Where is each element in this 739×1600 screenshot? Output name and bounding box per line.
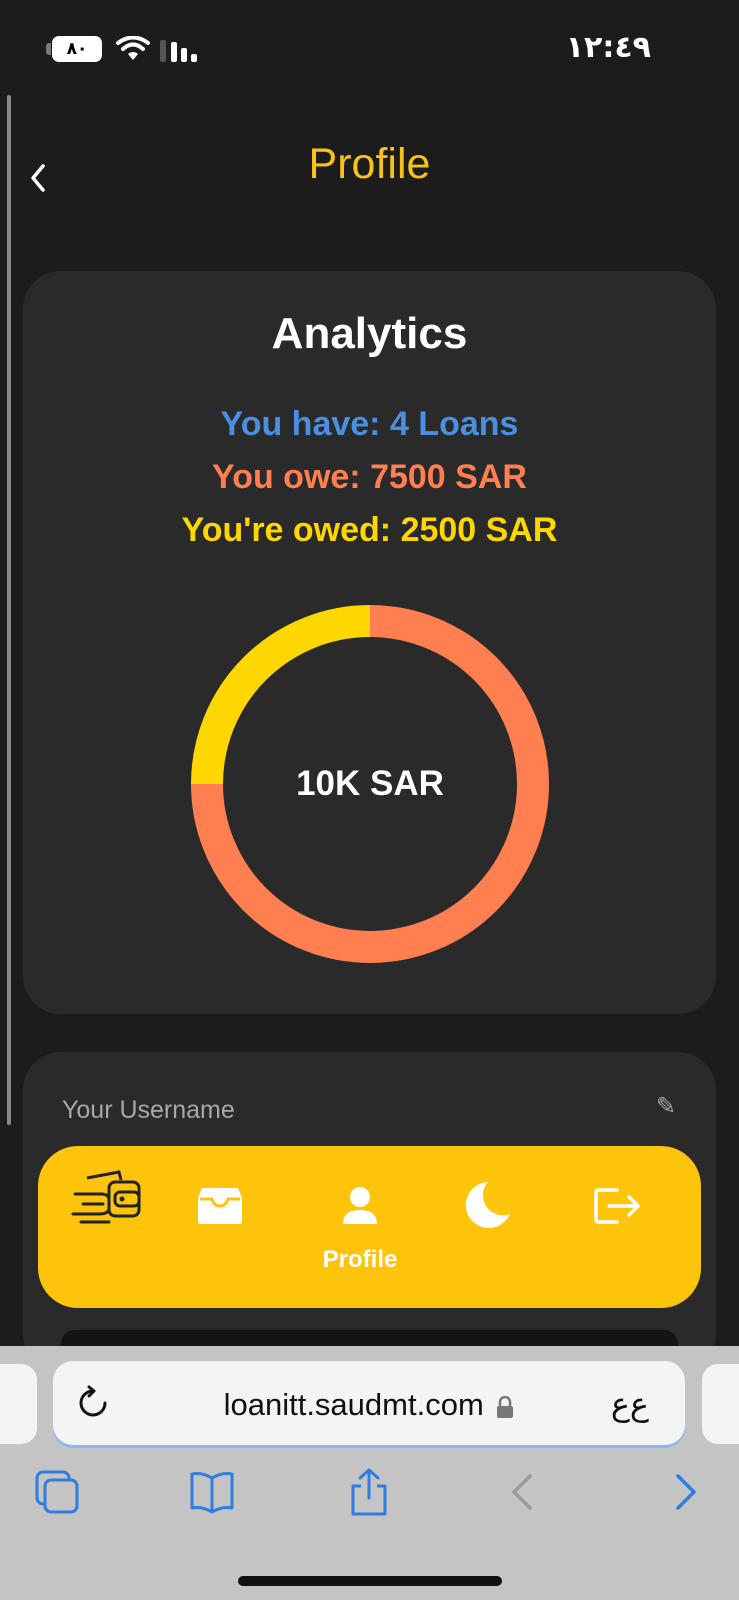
owe-amount-text: You owe: 7500 SAR (212, 458, 527, 496)
loans-count-text: You have: 4 Loans (220, 405, 519, 443)
pencil-edit-icon[interactable]: ✎ (656, 1092, 676, 1121)
bookmarks-icon[interactable] (188, 1468, 236, 1516)
tabs-icon[interactable] (33, 1468, 81, 1516)
owed-amount-text: You're owed: 2500 SAR (181, 511, 558, 549)
nav-profile[interactable]: Profile (300, 1146, 420, 1308)
battery-icon: ٨٠ (52, 36, 102, 62)
bottom-nav-bar: Profile (38, 1146, 701, 1308)
moon-icon (465, 1182, 510, 1228)
nav-home[interactable] (48, 1146, 168, 1308)
analytics-title: Analytics (271, 309, 468, 358)
share-icon[interactable] (345, 1468, 393, 1516)
status-bar: ٨٠ ١٢:٤٩ (0, 0, 739, 90)
donut-center-total: 10K SAR (296, 764, 444, 803)
wallet-logo-icon (71, 1170, 141, 1224)
url-text[interactable]: loanitt.saudmt.com (53, 1387, 685, 1423)
nav-loans[interactable] (160, 1146, 280, 1308)
reader-settings-button[interactable]: ع‌ع (611, 1385, 649, 1423)
battery-cap (46, 43, 51, 55)
home-indicator (238, 1576, 502, 1586)
nav-dark-mode[interactable] (428, 1146, 548, 1308)
address-bar[interactable]: loanitt.saudmt.com ع‌ع (53, 1361, 685, 1445)
previous-tab-pill[interactable] (0, 1364, 37, 1444)
page-title: Profile (308, 140, 431, 188)
status-time: ١٢:٤٩ (565, 30, 651, 65)
inbox-icon (198, 1188, 242, 1224)
username-label: Your Username (62, 1096, 235, 1124)
signal-icon (160, 40, 197, 62)
url-label: loanitt.saudmt.com (223, 1387, 484, 1422)
back-arrow-icon[interactable] (500, 1468, 548, 1516)
forward-arrow-icon[interactable] (660, 1468, 708, 1516)
nav-profile-label: Profile (322, 1246, 398, 1273)
lock-icon (497, 1395, 514, 1418)
wifi-icon (116, 36, 150, 60)
analytics-card: Analytics You have: 4 Loans You owe: 750… (23, 271, 716, 1014)
next-tab-pill[interactable] (702, 1364, 739, 1444)
donut-slice-you-re-owed (191, 605, 371, 785)
logout-icon (594, 1188, 640, 1224)
nav-logout[interactable] (558, 1146, 678, 1308)
browser-toolbar: loanitt.saudmt.com ع‌ع (0, 1346, 739, 1600)
user-icon (343, 1187, 377, 1224)
scroll-indicator[interactable] (7, 95, 11, 1125)
